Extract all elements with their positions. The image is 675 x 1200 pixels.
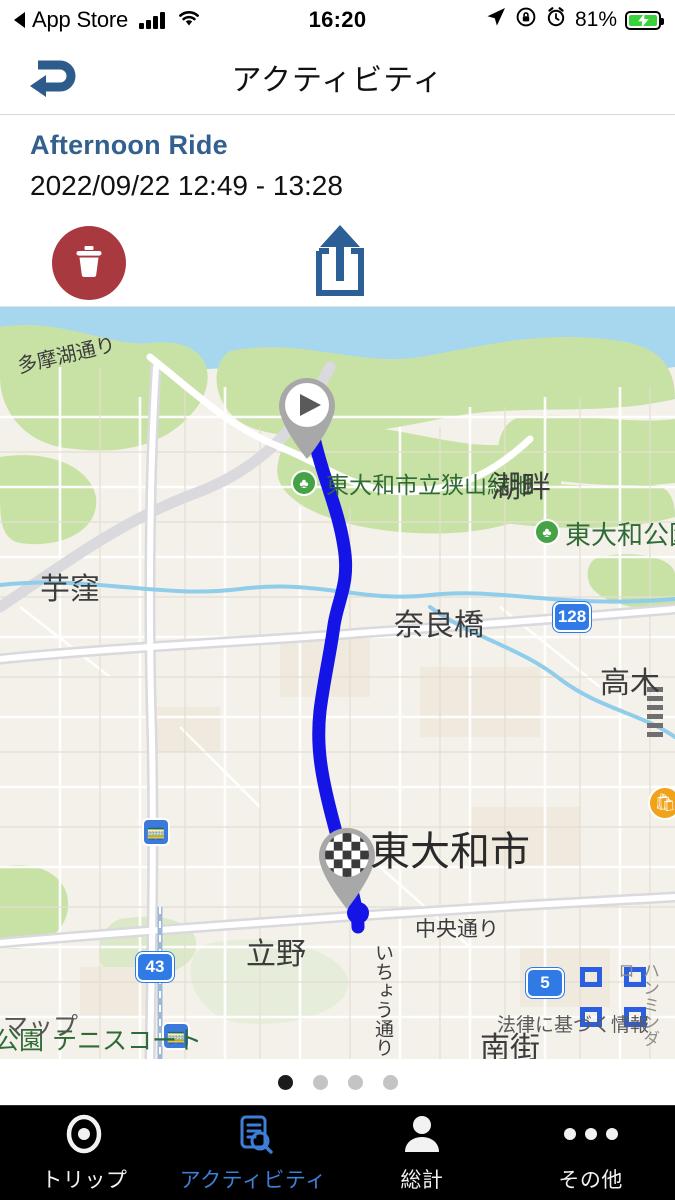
park-poi-icon[interactable]: ♣ bbox=[291, 470, 317, 496]
record-circle-icon bbox=[62, 1112, 106, 1156]
status-back-app-label: App Store bbox=[32, 7, 129, 32]
page-title: アクティビティ bbox=[231, 64, 444, 97]
status-bar-left[interactable]: App Store bbox=[14, 7, 202, 33]
battery-percent-label: 81% bbox=[574, 8, 617, 31]
route-shield[interactable]: 5 bbox=[526, 968, 564, 998]
tab-more[interactable]: その他 bbox=[506, 1106, 675, 1200]
page-dot[interactable] bbox=[382, 1074, 398, 1090]
page-indicator[interactable] bbox=[0, 1059, 675, 1105]
page-dot[interactable] bbox=[347, 1074, 363, 1090]
app-screen: App Store 16:20 81% アクティビティ Afternoon Ri… bbox=[0, 0, 675, 1200]
battery-charging-icon bbox=[625, 10, 664, 30]
ellipsis-icon bbox=[563, 1112, 618, 1156]
activity-header: Afternoon Ride 2022/09/22 12:49 - 13:28 bbox=[0, 116, 675, 307]
tab-bar: トリップ アクティビティ 総計 その他 bbox=[0, 1105, 675, 1200]
tab-activity[interactable]: アクティビティ bbox=[169, 1106, 338, 1200]
tab-label: 総計 bbox=[400, 1168, 444, 1192]
share-button[interactable] bbox=[302, 222, 378, 304]
train-station-icon[interactable]: 🚃 bbox=[162, 1022, 190, 1050]
cellular-bars-icon bbox=[139, 11, 165, 29]
start-marker[interactable] bbox=[270, 369, 344, 461]
page-dot[interactable] bbox=[277, 1074, 293, 1090]
person-icon bbox=[400, 1112, 444, 1156]
document-search-icon bbox=[231, 1112, 275, 1156]
shopping-poi-icon[interactable]: 🛍 bbox=[648, 786, 675, 820]
page-dot[interactable] bbox=[312, 1074, 328, 1090]
route-map[interactable]: ♣ ♣ 🚃 🚃 🛍 43 128 5 多摩湖通り 東大和市立狭山緑地 湖畔 東大… bbox=[0, 307, 675, 1059]
wifi-icon bbox=[176, 7, 202, 33]
route-shield[interactable]: 128 bbox=[553, 602, 591, 632]
tab-trip[interactable]: トリップ bbox=[0, 1106, 169, 1200]
map-attribution-label: マップ bbox=[3, 1013, 79, 1041]
map-legal-link[interactable]: 法律に基づく情報 bbox=[497, 1010, 649, 1037]
route-shield[interactable]: 43 bbox=[136, 952, 174, 982]
ride-title: Afternoon Ride bbox=[30, 130, 228, 160]
ride-datetime: 2022/09/22 12:49 - 13:28 bbox=[30, 170, 343, 201]
tab-label: その他 bbox=[558, 1168, 623, 1192]
location-arrow-icon bbox=[485, 6, 507, 34]
tab-label: トリップ bbox=[41, 1168, 128, 1192]
share-upload-icon bbox=[307, 223, 373, 304]
park-poi-icon[interactable]: ♣ bbox=[534, 519, 560, 545]
train-station-icon[interactable]: 🚃 bbox=[142, 818, 170, 846]
scan-corner-icon bbox=[580, 967, 602, 987]
tab-label: アクティビティ bbox=[179, 1168, 327, 1192]
route-shield-number: 43 bbox=[145, 957, 165, 976]
route-shield-number: 5 bbox=[540, 973, 550, 992]
navigation-bar: アクティビティ bbox=[0, 40, 675, 115]
delete-button[interactable] bbox=[52, 226, 126, 300]
finish-marker[interactable] bbox=[310, 819, 384, 911]
rotation-lock-icon bbox=[515, 6, 537, 34]
map-attribution[interactable]: マップ bbox=[0, 1007, 78, 1043]
tab-total[interactable]: 総計 bbox=[338, 1106, 507, 1200]
back-triangle-icon[interactable] bbox=[14, 12, 25, 28]
alarm-clock-icon bbox=[545, 6, 567, 34]
status-bar-right: 81% bbox=[485, 6, 664, 34]
status-bar: App Store 16:20 81% bbox=[0, 0, 675, 40]
trash-icon bbox=[71, 242, 107, 285]
route-shield-number: 128 bbox=[557, 607, 587, 626]
